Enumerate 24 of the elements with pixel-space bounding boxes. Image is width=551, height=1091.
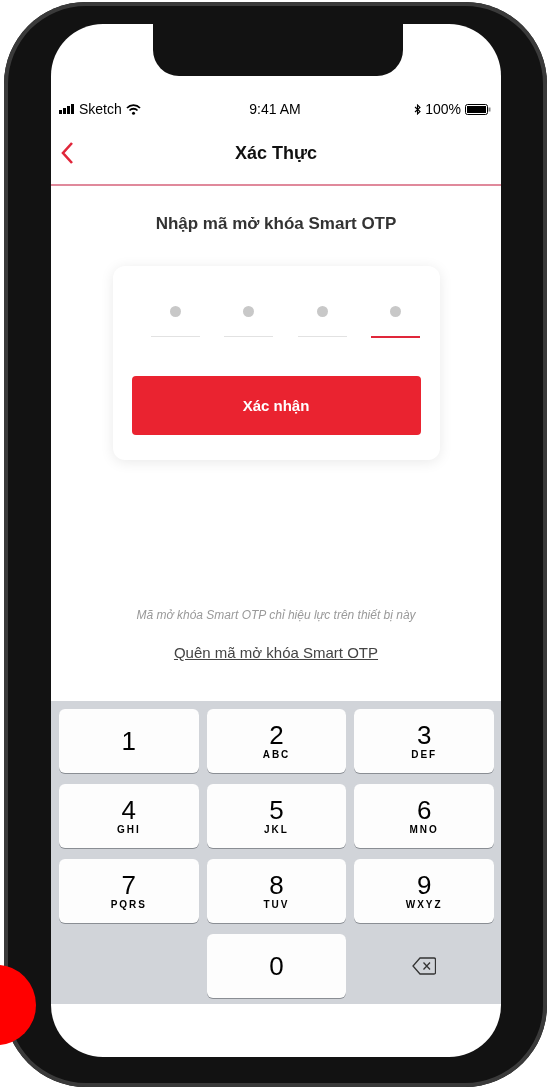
hint-text: Mã mở khóa Smart OTP chỉ hiệu lực trên thiết bị này xyxy=(135,608,417,622)
pin-prompt: Nhập mã mở khóa Smart OTP xyxy=(154,214,398,234)
keypad-key[interactable]: 1 xyxy=(59,709,199,773)
battery-percent: 100% xyxy=(425,101,461,117)
keypad-key[interactable]: 5 JKL xyxy=(206,784,347,848)
keypad-key[interactable]: 6 MNO xyxy=(354,784,494,848)
status-time: 9:41 AM xyxy=(249,101,301,117)
carrier-name: Sketch xyxy=(79,101,122,117)
confirm-button[interactable]: Xác nhận xyxy=(131,376,421,435)
keypad-key[interactable]: 7 PQRS xyxy=(59,859,199,923)
keypad-key[interactable]: 8 TUV xyxy=(206,859,347,923)
forgot-link[interactable]: Quên mã mở khóa Smart OTP xyxy=(173,644,379,661)
screen-title: Xác Thực xyxy=(234,142,318,164)
backspace-icon xyxy=(412,957,437,975)
back-chevron-icon xyxy=(61,141,74,165)
keypad-key[interactable]: 9 WXYZ xyxy=(354,859,494,923)
battery-icon xyxy=(465,103,491,115)
wifi-icon xyxy=(125,103,141,115)
keypad-key[interactable]: 4 GHI xyxy=(59,784,199,848)
keypad-key[interactable]: 3 DEF xyxy=(354,709,494,773)
signal-icon xyxy=(59,104,75,114)
keypad-key[interactable]: 0 xyxy=(206,934,347,998)
bluetooth-icon xyxy=(414,103,422,115)
keypad-key[interactable]: 2 ABC xyxy=(206,709,347,773)
